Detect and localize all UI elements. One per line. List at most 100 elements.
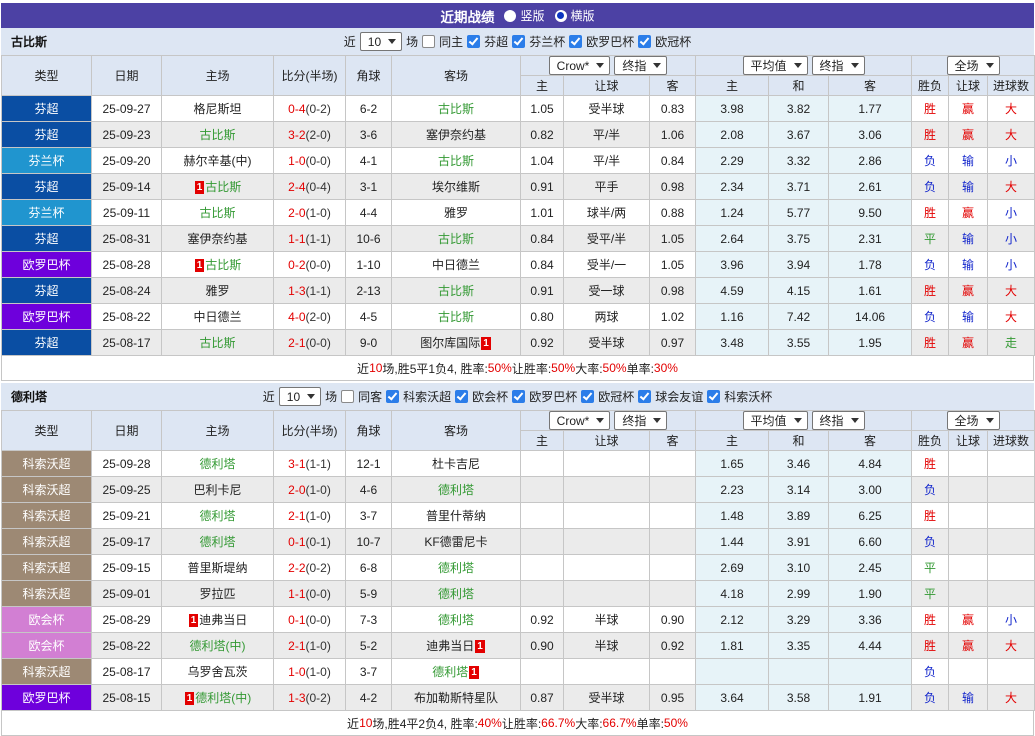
odds-final-select[interactable]: 终指 <box>614 56 668 75</box>
league-checkbox[interactable] <box>638 35 652 48</box>
result-wdl-cell: 胜 <box>911 199 950 226</box>
corner-cell: 3-6 <box>345 121 392 148</box>
league-checkbox[interactable] <box>638 390 652 403</box>
same-venue-checkbox[interactable] <box>341 390 355 403</box>
odds-home-cell <box>520 658 564 685</box>
date-cell: 25-08-17 <box>91 329 162 356</box>
result-wdl-cell: 胜 <box>911 95 950 122</box>
league-checkbox[interactable] <box>512 390 526 403</box>
handicap-cell <box>563 658 650 685</box>
avg-away-cell: 1.61 <box>828 277 913 304</box>
same-venue-checkbox[interactable] <box>422 35 436 48</box>
avg-away-cell: 14.06 <box>828 303 913 330</box>
avg-select[interactable]: 平均值 <box>742 56 808 75</box>
league-checkbox[interactable] <box>569 35 583 48</box>
away-cell: 古比斯 <box>391 225 521 252</box>
summary-segment: 场,胜5平1负4, 胜率: <box>382 361 488 376</box>
result-goals-cell: 走 <box>987 329 1035 356</box>
table-row: 芬超 25-09-27 格尼斯坦 0-4(0-2) 6-2 古比斯 1.05 受半球 0.83 3… <box>1 95 1035 122</box>
type-cell: 芬超 <box>1 329 92 356</box>
home-cell: 古比斯 <box>161 199 274 226</box>
result-handicap-cell: 输 <box>948 225 989 252</box>
games-count-select[interactable]: 10 <box>359 32 403 51</box>
results-table: 类型 日期 主场 比分(半场) 角球 客场 Crow* 终指 平均值 终指 全场… <box>1 55 1035 356</box>
odds-select-group: Crow* 终指 <box>519 410 697 431</box>
corner-cell: 12-1 <box>345 450 392 477</box>
avg-final-select[interactable]: 终指 <box>811 56 865 75</box>
type-cell: 欧罗巴杯 <box>1 303 92 330</box>
avg-draw-cell: 3.14 <box>768 476 830 503</box>
avg-draw-cell: 3.94 <box>768 251 830 278</box>
avg-home-cell: 1.81 <box>695 632 770 659</box>
league-label: 球会友谊 <box>655 390 704 404</box>
games-count-select[interactable]: 10 <box>278 387 322 406</box>
odds-final-select[interactable]: 终指 <box>614 411 668 430</box>
avg-draw-cell: 7.42 <box>768 303 830 330</box>
avg-away-cell: 1.90 <box>828 580 913 607</box>
avg-home-cell: 1.65 <box>695 450 770 477</box>
away-cell: KF德雷尼卡 <box>391 528 521 555</box>
radio-icon[interactable] <box>504 9 517 22</box>
result-goals-cell: 大 <box>987 121 1035 148</box>
team-label: 德利塔 <box>437 587 474 601</box>
league-checkbox[interactable] <box>707 390 721 403</box>
odds-company-select[interactable]: Crow* <box>548 411 611 430</box>
avg-final-select[interactable]: 终指 <box>811 411 865 430</box>
halftime-score: (0-0) <box>305 586 331 601</box>
summary-segment: 大率: <box>575 361 603 376</box>
corner-cell: 4-2 <box>345 684 392 711</box>
home-cell: 雅罗 <box>161 277 274 304</box>
radio-selected-icon[interactable] <box>554 9 567 22</box>
type-cell: 芬兰杯 <box>1 147 92 174</box>
result-goals-cell <box>987 502 1035 529</box>
home-cell: 1 古比斯 <box>161 173 274 200</box>
chevron-down-icon <box>596 63 605 68</box>
result-goals-cell <box>987 476 1035 503</box>
table-row: 芬超 25-08-31 塞伊奈约基 1-1(1-1) 10-6 古比斯 0.84 受平/半 1.… <box>1 225 1035 252</box>
table-row: 芬超 25-08-24 雅罗 1-3(1-1) 2-13 古比斯 0.91 受一球 0.98 4.… <box>1 277 1035 304</box>
radio-label: 竖版 <box>520 9 545 23</box>
handicap-cell <box>563 554 650 581</box>
odds-home-cell <box>520 580 564 607</box>
league-checkbox[interactable] <box>455 390 469 403</box>
summary-segment: 近 <box>357 361 370 376</box>
halftime-score: (0-2) <box>305 560 331 575</box>
league-checkbox[interactable] <box>386 390 400 403</box>
result-wdl-cell: 胜 <box>911 277 950 304</box>
avg-away-cell: 3.06 <box>828 121 913 148</box>
odds-company-select[interactable]: Crow* <box>548 56 611 75</box>
avg-draw-cell: 3.29 <box>768 606 830 633</box>
subcol-avg-home: 主 <box>695 430 770 451</box>
chevron-down-icon <box>653 63 662 68</box>
league-checkbox[interactable] <box>581 390 595 403</box>
score-cell: 1-3(1-1) <box>273 277 346 304</box>
odds-away-cell: 0.92 <box>648 632 697 659</box>
halftime-score: (2-0) <box>305 309 331 324</box>
scope-select[interactable]: 全场 <box>946 56 1000 75</box>
filter-row: 古比斯 近 10 场 同主 芬超 芬兰杯 欧罗巴杯 欧冠杯 <box>1 28 1034 55</box>
col-header-type: 类型 <box>1 410 92 451</box>
layout-radio-horizontal[interactable]: 横版 <box>554 7 595 24</box>
avg-select[interactable]: 平均值 <box>742 411 808 430</box>
date-cell: 25-08-17 <box>91 658 162 685</box>
type-cell: 芬超 <box>1 225 92 252</box>
away-cell: 迪弗当日 1 <box>391 632 521 659</box>
avg-away-cell: 1.77 <box>828 95 913 122</box>
away-cell: 杜卡吉尼 <box>391 450 521 477</box>
team-label: 塞伊奈约基 <box>425 128 486 142</box>
away-cell: 德利塔 <box>391 476 521 503</box>
avg-away-cell: 2.86 <box>828 147 913 174</box>
red-card-badge: 1 <box>469 666 479 679</box>
league-checkbox[interactable] <box>467 35 481 48</box>
scope-select[interactable]: 全场 <box>946 411 1000 430</box>
table-row: 芬兰杯 25-09-20 赫尔辛基(中) 1-0(0-0) 4-1 古比斯 1.04 平/半 0… <box>1 147 1035 174</box>
layout-radio-vertical[interactable]: 竖版 <box>504 7 545 24</box>
subcol-odds-home: 主 <box>520 75 564 96</box>
team-label: 塞伊奈约基 <box>187 232 248 246</box>
result-handicap-cell: 输 <box>948 147 989 174</box>
handicap-cell: 半球 <box>563 632 650 659</box>
league-checkbox[interactable] <box>512 35 526 48</box>
subcol-avg-away: 客 <box>828 75 913 96</box>
red-card-badge: 1 <box>184 692 195 705</box>
avg-away-cell: 4.44 <box>828 632 913 659</box>
